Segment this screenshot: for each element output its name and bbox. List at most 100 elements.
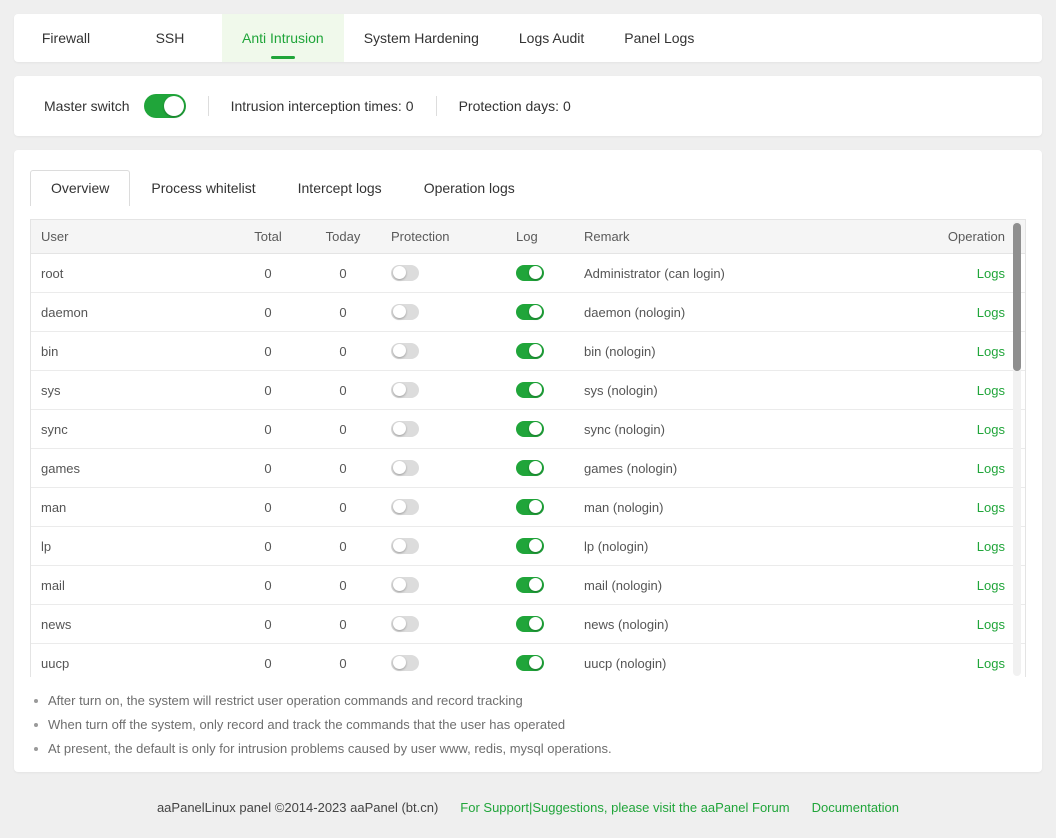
log-toggle[interactable] [516, 577, 544, 593]
protection-toggle[interactable] [391, 577, 419, 593]
logs-link[interactable]: Logs [977, 422, 1005, 437]
column-header-remark: Remark [584, 229, 905, 244]
remark-cell: uucp (nologin) [584, 656, 905, 671]
logs-link[interactable]: Logs [977, 383, 1005, 398]
remark-cell: bin (nologin) [584, 344, 905, 359]
total-cell: 0 [241, 383, 295, 398]
column-header-total: Total [241, 229, 295, 244]
protection-toggle[interactable] [391, 499, 419, 515]
notes-list: After turn on, the system will restrict … [30, 689, 1026, 761]
table-scrollbar-track[interactable] [1013, 221, 1021, 676]
total-cell: 0 [241, 422, 295, 437]
user-protection-table: User Total Today Protection Log Remark O… [30, 219, 1026, 677]
user-cell: lp [31, 539, 241, 554]
logs-link[interactable]: Logs [977, 461, 1005, 476]
log-toggle[interactable] [516, 265, 544, 281]
table-row: uucp 0 0 uucp (nologin) Logs [31, 644, 1025, 677]
table-scrollbar-thumb[interactable] [1013, 223, 1021, 371]
total-cell: 0 [241, 500, 295, 515]
tab-operation-logs[interactable]: Operation logs [403, 170, 536, 206]
nav-tab-firewall[interactable]: Firewall [14, 14, 118, 62]
table-row: games 0 0 games (nologin) Logs [31, 449, 1025, 488]
logs-link[interactable]: Logs [977, 578, 1005, 593]
total-cell: 0 [241, 305, 295, 320]
remark-cell: Administrator (can login) [584, 266, 905, 281]
nav-tab-ssh[interactable]: SSH [118, 14, 222, 62]
table-row: news 0 0 news (nologin) Logs [31, 605, 1025, 644]
total-cell: 0 [241, 461, 295, 476]
protection-toggle[interactable] [391, 538, 419, 554]
master-switch-toggle[interactable] [144, 94, 186, 118]
master-switch-bar: Master switch Intrusion interception tim… [14, 76, 1042, 136]
protection-toggle[interactable] [391, 655, 419, 671]
nav-tab-logs-audit[interactable]: Logs Audit [499, 14, 604, 62]
user-cell: mail [31, 578, 241, 593]
stat-value: 0 [406, 98, 414, 114]
log-toggle[interactable] [516, 616, 544, 632]
log-toggle[interactable] [516, 382, 544, 398]
protection-toggle[interactable] [391, 343, 419, 359]
today-cell: 0 [295, 344, 391, 359]
log-toggle[interactable] [516, 655, 544, 671]
nav-tab-anti-intrusion[interactable]: Anti Intrusion [222, 14, 344, 62]
stat-label: Intrusion interception times: [231, 98, 402, 114]
logs-link[interactable]: Logs [977, 539, 1005, 554]
column-header-log: Log [516, 229, 584, 244]
log-toggle[interactable] [516, 538, 544, 554]
forum-link[interactable]: For Support|Suggestions, please visit th… [460, 800, 789, 815]
remark-cell: sync (nologin) [584, 422, 905, 437]
tab-process-whitelist[interactable]: Process whitelist [130, 170, 276, 206]
page-footer: aaPanelLinux panel ©2014-2023 aaPanel (b… [0, 800, 1056, 815]
logs-link[interactable]: Logs [977, 344, 1005, 359]
logs-link[interactable]: Logs [977, 305, 1005, 320]
total-cell: 0 [241, 344, 295, 359]
master-switch-label: Master switch [44, 98, 130, 114]
total-cell: 0 [241, 617, 295, 632]
column-header-protection: Protection [391, 229, 516, 244]
column-header-operation: Operation [905, 229, 1025, 244]
log-toggle[interactable] [516, 499, 544, 515]
log-toggle[interactable] [516, 460, 544, 476]
remark-cell: mail (nologin) [584, 578, 905, 593]
total-cell: 0 [241, 656, 295, 671]
total-cell: 0 [241, 578, 295, 593]
table-body: root 0 0 Administrator (can login) Logs … [31, 254, 1025, 677]
log-toggle[interactable] [516, 304, 544, 320]
protection-toggle[interactable] [391, 421, 419, 437]
today-cell: 0 [295, 500, 391, 515]
protection-toggle[interactable] [391, 382, 419, 398]
logs-link[interactable]: Logs [977, 266, 1005, 281]
documentation-link[interactable]: Documentation [812, 800, 899, 815]
logs-link[interactable]: Logs [977, 617, 1005, 632]
copyright-text: aaPanelLinux panel ©2014-2023 aaPanel (b… [157, 800, 438, 815]
logs-link[interactable]: Logs [977, 500, 1005, 515]
today-cell: 0 [295, 305, 391, 320]
note-item: At present, the default is only for intr… [30, 737, 1026, 761]
remark-cell: daemon (nologin) [584, 305, 905, 320]
logs-link[interactable]: Logs [977, 656, 1005, 671]
column-header-today: Today [295, 229, 391, 244]
protection-toggle[interactable] [391, 616, 419, 632]
table-row: man 0 0 man (nologin) Logs [31, 488, 1025, 527]
protection-toggle[interactable] [391, 460, 419, 476]
tab-intercept-logs[interactable]: Intercept logs [277, 170, 403, 206]
user-cell: root [31, 266, 241, 281]
user-cell: sys [31, 383, 241, 398]
remark-cell: lp (nologin) [584, 539, 905, 554]
protection-toggle[interactable] [391, 265, 419, 281]
total-cell: 0 [241, 266, 295, 281]
tab-overview[interactable]: Overview [30, 170, 130, 206]
note-item: When turn off the system, only record an… [30, 713, 1026, 737]
nav-tab-panel-logs[interactable]: Panel Logs [604, 14, 714, 62]
today-cell: 0 [295, 578, 391, 593]
protection-toggle[interactable] [391, 304, 419, 320]
log-toggle[interactable] [516, 343, 544, 359]
nav-tab-system-hardening[interactable]: System Hardening [344, 14, 499, 62]
anti-intrusion-panel: Overview Process whitelist Intercept log… [14, 150, 1042, 772]
anti-intrusion-page: Firewall SSH Anti Intrusion System Harde… [0, 14, 1056, 838]
log-toggle[interactable] [516, 421, 544, 437]
stat-label: Protection days: [459, 98, 559, 114]
user-cell: man [31, 500, 241, 515]
table-header-row: User Total Today Protection Log Remark O… [31, 220, 1025, 254]
user-cell: daemon [31, 305, 241, 320]
